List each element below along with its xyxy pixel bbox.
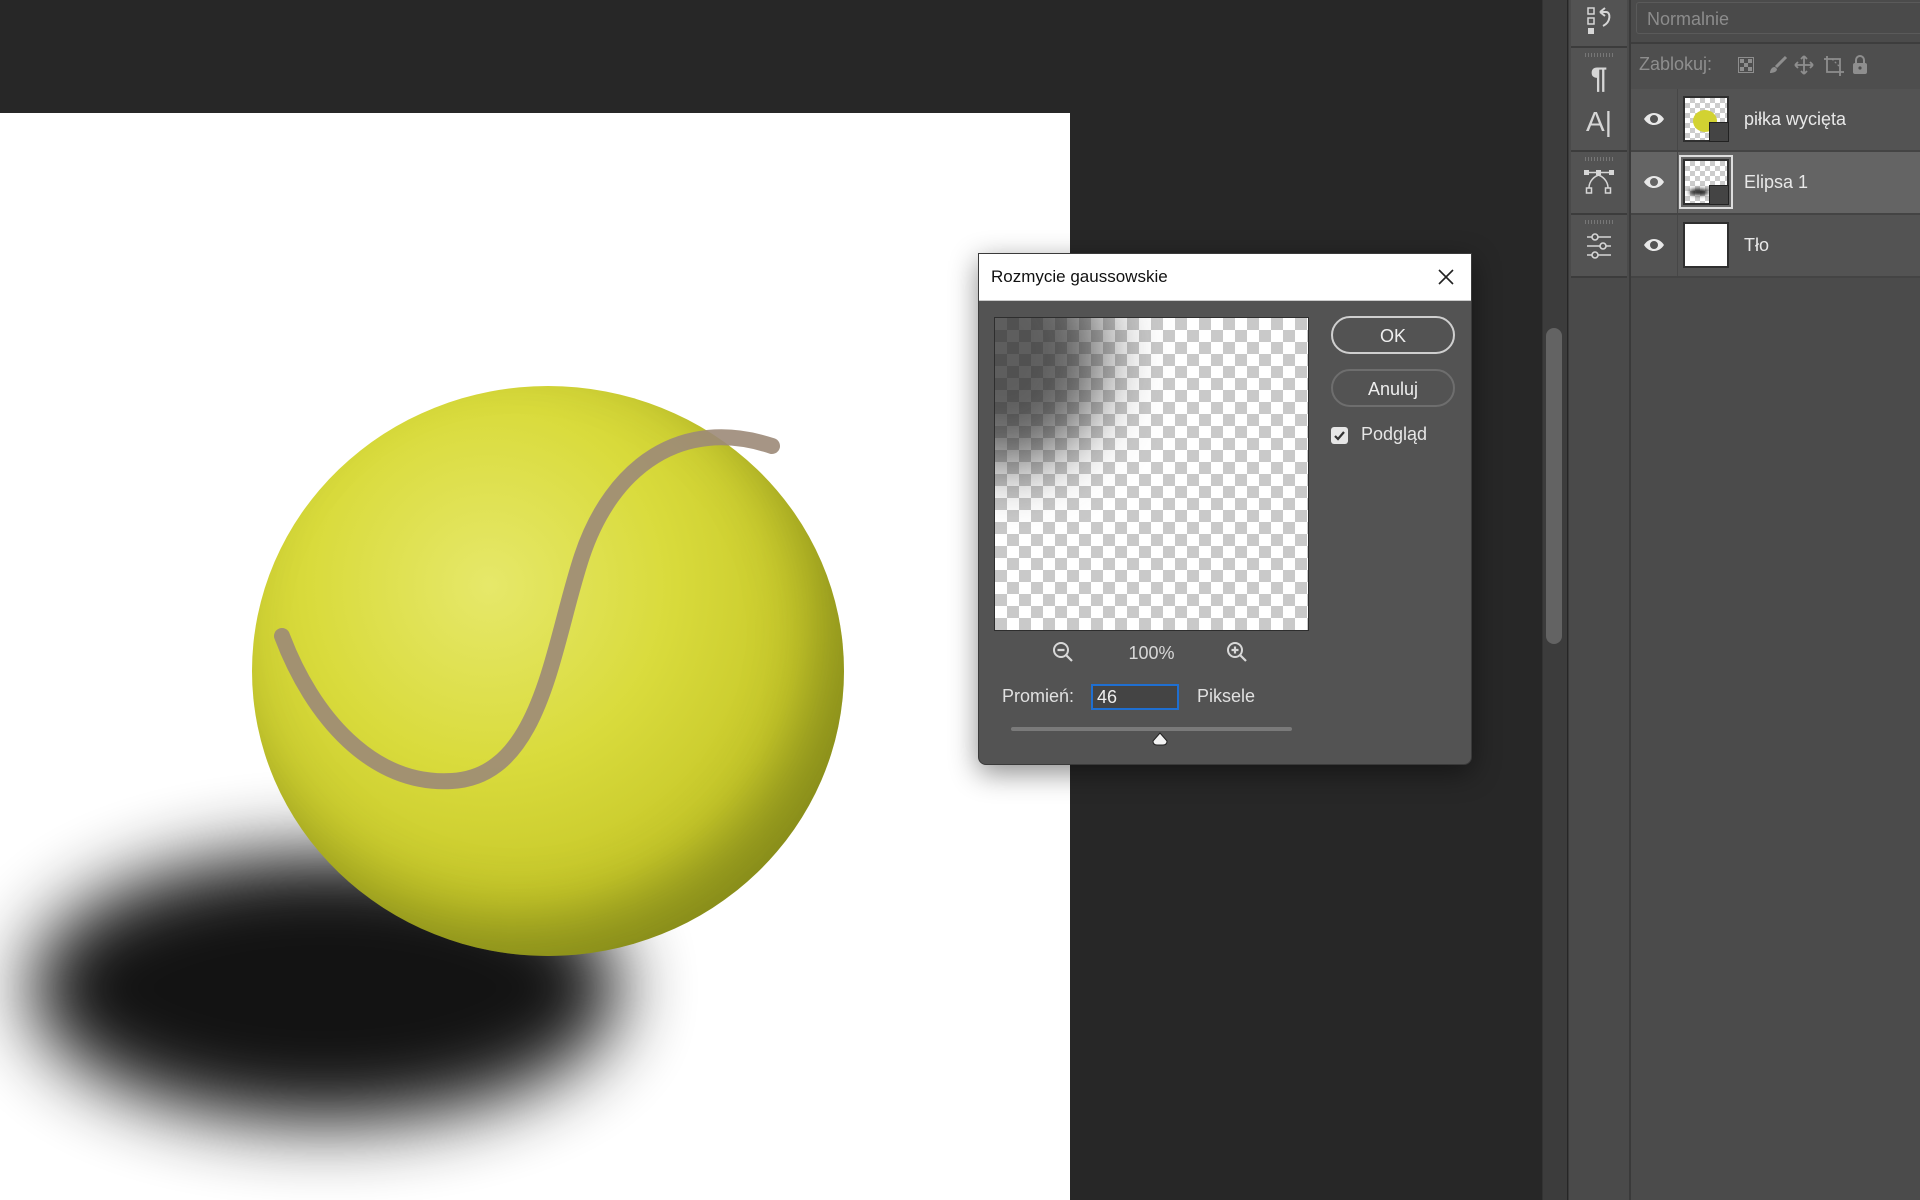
visibility-eye-icon[interactable] (1631, 215, 1678, 276)
radius-input[interactable] (1091, 684, 1179, 710)
layer-thumbnail (1679, 155, 1733, 209)
checkmark-icon (1334, 431, 1345, 441)
shadow-thumb (1689, 189, 1709, 195)
layer-name[interactable]: Elipsa 1 (1744, 152, 1808, 213)
preview-checkbox[interactable] (1331, 427, 1348, 444)
preview-blurred-shadow (995, 318, 1105, 468)
radius-label: Promień: (1002, 686, 1075, 706)
visibility-eye-icon[interactable] (1631, 152, 1678, 213)
type-group: ¶ A| (1571, 48, 1627, 152)
lock-row: Zablokuj: (1631, 42, 1920, 92)
paths-icon[interactable] (1571, 168, 1627, 199)
tennis-ball-seam (274, 429, 780, 790)
close-icon[interactable] (1431, 262, 1461, 292)
lock-transparent-pixels-icon[interactable] (1738, 57, 1754, 73)
dialog-title: Rozmycie gaussowskie (991, 267, 1168, 286)
gaussian-blur-dialog: Rozmycie gaussowskie OK Anuluj Podgląd 1… (978, 253, 1472, 765)
paragraph-icon[interactable]: ¶ (1571, 62, 1627, 96)
panel-grip[interactable] (1585, 157, 1613, 161)
radius-slider-track[interactable] (1011, 727, 1292, 731)
layer-thumbnail (1683, 222, 1729, 268)
smart-object-badge-icon (1709, 185, 1729, 205)
panel-grip[interactable] (1585, 220, 1613, 224)
vertical-scrollbar-thumb[interactable] (1546, 328, 1562, 644)
lock-artboard-icon[interactable] (1823, 55, 1845, 77)
lock-all-icon[interactable] (1852, 54, 1868, 76)
visibility-eye-icon[interactable] (1631, 89, 1678, 150)
dialog-title-bar[interactable]: Rozmycie gaussowskie (979, 254, 1471, 301)
lock-position-icon[interactable] (1794, 55, 1814, 75)
zoom-level: 100% (1128, 643, 1175, 663)
panel-grip[interactable] (1585, 53, 1613, 57)
character-icon[interactable]: A| (1571, 106, 1627, 138)
zoom-out-icon[interactable] (1051, 640, 1075, 664)
preview-checkbox-label[interactable]: Podgląd (1361, 424, 1427, 445)
radius-slider-thumb[interactable] (1152, 732, 1168, 746)
radius-unit-label: Piksele (1197, 686, 1256, 706)
blend-mode-select[interactable]: Normalnie (1636, 2, 1920, 34)
history-group (1571, 0, 1627, 48)
history-icon[interactable] (1571, 6, 1627, 43)
adjustments-icon[interactable] (1571, 233, 1627, 264)
layer-row-elipsa-1[interactable]: Elipsa 1 (1631, 152, 1920, 215)
zoom-in-icon[interactable] (1225, 640, 1249, 664)
layer-name[interactable]: piłka wycięta (1744, 89, 1846, 150)
layer-name[interactable]: Tło (1744, 215, 1769, 276)
smart-object-badge-icon (1709, 122, 1729, 142)
blur-preview[interactable] (994, 317, 1309, 631)
paths-group (1571, 152, 1627, 215)
layer-row-tlo[interactable]: Tło (1631, 215, 1920, 278)
cancel-button[interactable]: Anuluj (1331, 369, 1455, 407)
layer-row-pilka-wycieta[interactable]: piłka wycięta (1631, 89, 1920, 152)
adjustments-group (1571, 215, 1627, 278)
layer-thumbnail (1683, 96, 1729, 142)
ok-button[interactable]: OK (1331, 316, 1455, 354)
lock-label: Zablokuj: (1639, 54, 1713, 74)
lock-image-pixels-icon[interactable] (1768, 55, 1788, 75)
